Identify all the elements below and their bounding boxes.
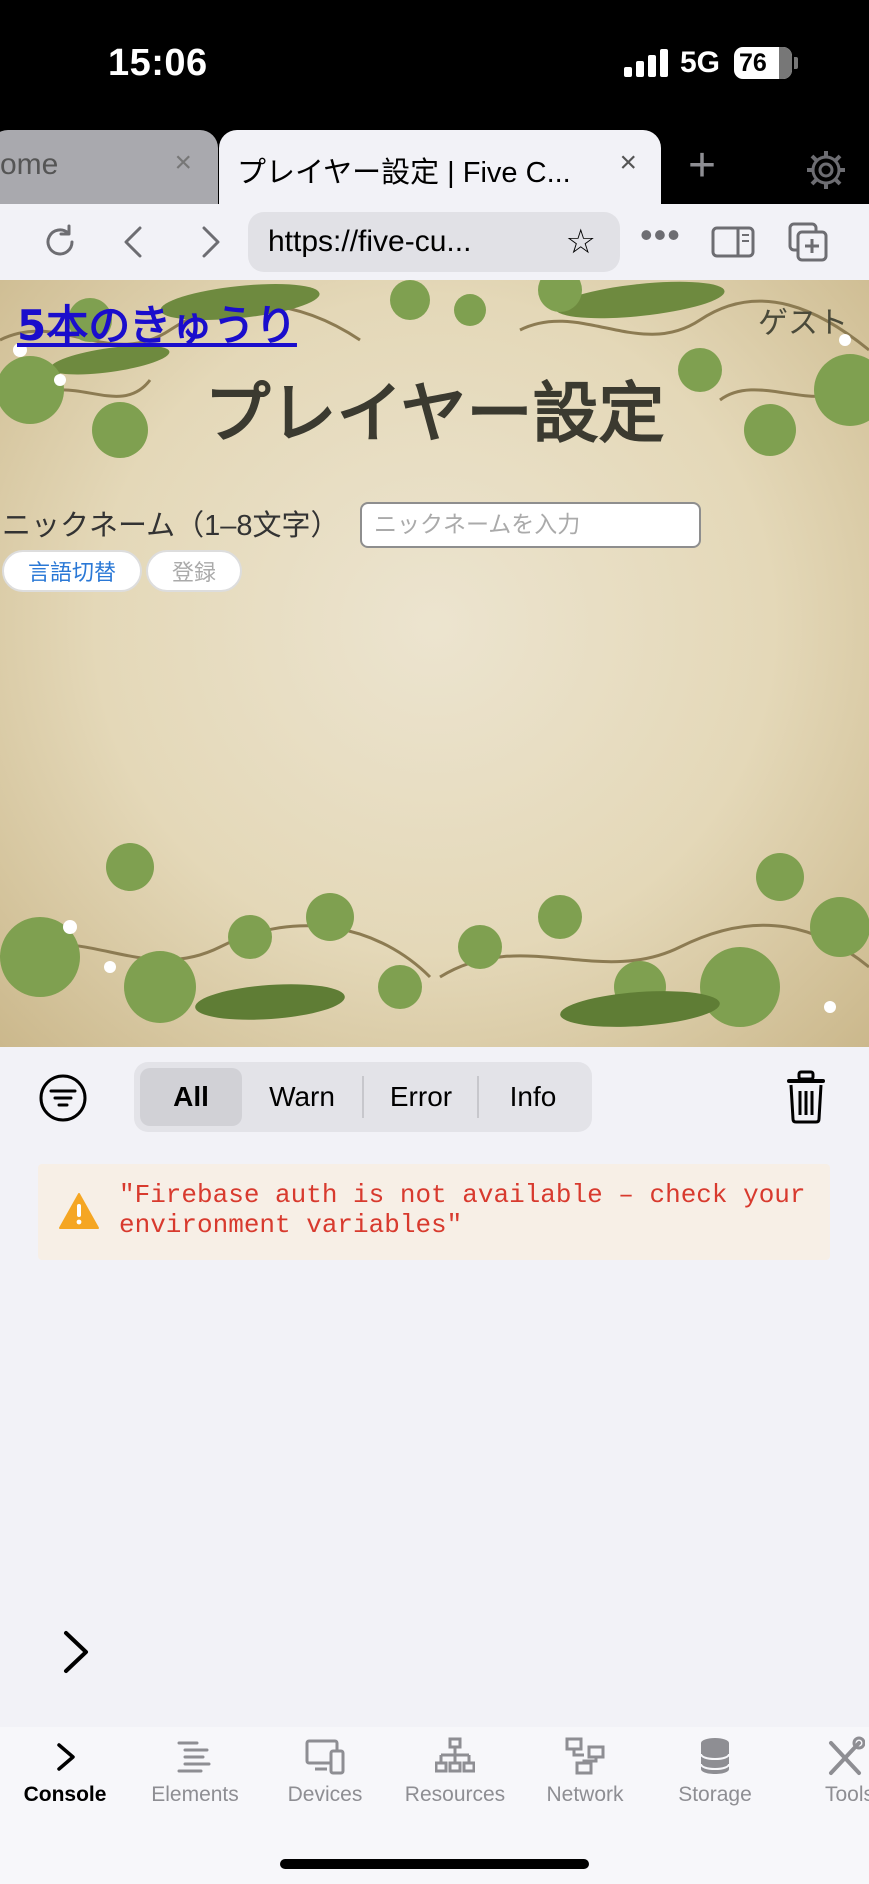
tab-title: ome bbox=[0, 148, 59, 181]
filter-all[interactable]: All bbox=[140, 1068, 242, 1126]
tab-storage[interactable]: Storage bbox=[650, 1727, 780, 1837]
cucumber-vine-decoration-bottom bbox=[0, 843, 869, 1027]
tab-label: Elements bbox=[151, 1783, 239, 1806]
address-bar[interactable]: ☆ bbox=[248, 212, 620, 272]
tab-devices[interactable]: Devices bbox=[260, 1727, 390, 1837]
browser-tab-strip: ome × プレイヤー設定 | Five C... × + bbox=[0, 130, 869, 204]
status-bar: 15:06 5G 76 bbox=[0, 0, 869, 130]
battery-icon: 76 bbox=[734, 47, 792, 79]
console-log-entry[interactable]: "Firebase auth is not available – check … bbox=[38, 1164, 830, 1260]
status-time: 15:06 bbox=[108, 42, 208, 84]
devtools-tab-bar: Console Elements Devices Resources Netwo… bbox=[0, 1727, 869, 1884]
register-button[interactable]: 登録 bbox=[146, 550, 242, 592]
web-page-viewport: 5本のきゅうり ゲスト プレイヤー設定 ニックネーム（1–8文字） 言語切替 登… bbox=[0, 280, 869, 1047]
tab-title: プレイヤー設定 | Five C... bbox=[237, 157, 571, 189]
tab-resources[interactable]: Resources bbox=[390, 1727, 520, 1837]
filter-error[interactable]: Error bbox=[366, 1068, 476, 1126]
log-message: "Firebase auth is not available – check … bbox=[119, 1180, 822, 1240]
resources-tree-icon bbox=[435, 1737, 475, 1773]
tab-close-icon[interactable]: × bbox=[619, 146, 637, 180]
browser-toolbar: ☆ ••• bbox=[0, 204, 869, 280]
tab-label: Storage bbox=[678, 1783, 752, 1806]
network-icon bbox=[565, 1737, 605, 1775]
segment-divider bbox=[362, 1076, 364, 1118]
more-options-button[interactable]: ••• bbox=[640, 214, 681, 256]
battery-cap bbox=[794, 57, 798, 69]
tab-active[interactable]: プレイヤー設定 | Five C... × bbox=[219, 130, 661, 204]
tab-label: Network bbox=[546, 1783, 624, 1806]
trash-icon[interactable] bbox=[781, 1069, 831, 1125]
console-panel: All Warn Error Info "Firebase auth is no… bbox=[0, 1047, 869, 1727]
tab-label: Resources bbox=[404, 1783, 506, 1806]
filter-info[interactable]: Info bbox=[480, 1068, 586, 1126]
page-title: プレイヤー設定 bbox=[204, 374, 665, 452]
tab-console[interactable]: Console bbox=[0, 1727, 130, 1837]
warning-icon bbox=[59, 1193, 99, 1229]
tabs-overview-icon[interactable] bbox=[786, 220, 830, 264]
battery-level: 76 bbox=[739, 48, 767, 77]
tab-label: Console bbox=[23, 1783, 107, 1806]
console-prompt-chevron-icon[interactable] bbox=[56, 1627, 96, 1677]
back-icon[interactable] bbox=[112, 220, 156, 264]
tab-elements[interactable]: Elements bbox=[130, 1727, 260, 1837]
home-indicator bbox=[280, 1859, 589, 1869]
forward-icon[interactable] bbox=[188, 220, 232, 264]
tab-label: Tools bbox=[825, 1783, 869, 1806]
tab-tools[interactable]: Tools bbox=[780, 1727, 869, 1837]
console-chevron-icon bbox=[57, 1743, 75, 1771]
segment-divider bbox=[477, 1076, 479, 1118]
devices-icon bbox=[305, 1739, 345, 1775]
log-level-filter: All Warn Error Info bbox=[134, 1062, 592, 1132]
url-input[interactable] bbox=[268, 224, 548, 260]
tab-close-icon[interactable]: × bbox=[174, 146, 192, 180]
elements-list-icon bbox=[177, 1741, 211, 1773]
language-toggle-button[interactable]: 言語切替 bbox=[2, 550, 142, 592]
reload-icon[interactable] bbox=[38, 220, 82, 264]
tab-inactive[interactable]: ome × bbox=[0, 130, 218, 204]
storage-database-icon bbox=[700, 1738, 730, 1774]
nickname-input[interactable] bbox=[360, 502, 701, 548]
sidebar-icon[interactable] bbox=[710, 220, 756, 264]
bookmark-star-icon[interactable]: ☆ bbox=[566, 222, 596, 262]
guest-label: ゲスト bbox=[758, 307, 848, 340]
tab-network[interactable]: Network bbox=[520, 1727, 650, 1837]
nickname-label: ニックネーム（1–8文字） bbox=[2, 510, 340, 542]
network-type: 5G bbox=[680, 46, 721, 79]
cellular-signal-icon bbox=[624, 47, 668, 77]
tab-label: Devices bbox=[287, 1783, 363, 1806]
filter-warn[interactable]: Warn bbox=[248, 1068, 356, 1126]
site-home-link[interactable]: 5本のきゅうり bbox=[17, 292, 297, 353]
new-tab-button[interactable]: + bbox=[688, 138, 716, 193]
gear-icon[interactable] bbox=[806, 150, 846, 190]
tools-wrench-icon bbox=[829, 1736, 865, 1775]
filter-icon[interactable] bbox=[38, 1073, 88, 1123]
